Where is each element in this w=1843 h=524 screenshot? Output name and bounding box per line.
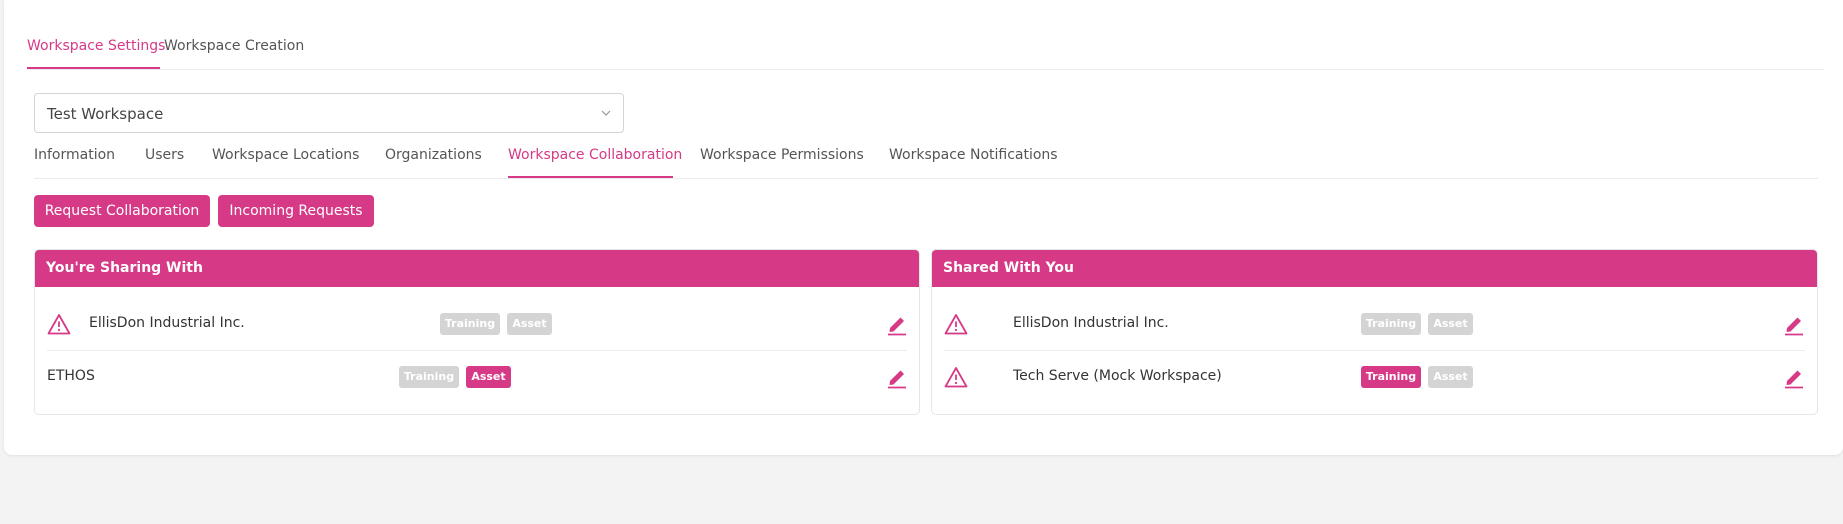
tab-users[interactable]: Users xyxy=(145,147,184,163)
warning-triangle-icon xyxy=(944,314,968,335)
sub-tab-bar: Information Users Workspace Locations Or… xyxy=(34,140,1818,179)
shared-with-you-panel: Shared With You EllisDon Industrial Inc.… xyxy=(931,249,1818,415)
settings-card: Workspace Settings Workspace Creation Te… xyxy=(4,0,1843,455)
top-tab-bar: Workspace Settings Workspace Creation xyxy=(27,0,1824,70)
workspace-select-value: Test Workspace xyxy=(47,105,164,123)
incoming-requests-button[interactable]: Incoming Requests xyxy=(218,195,374,227)
training-tag[interactable]: Training xyxy=(1361,313,1421,335)
pencil-icon[interactable] xyxy=(1783,365,1805,389)
asset-tag[interactable]: Asset xyxy=(1428,313,1473,335)
tab-workspace-notifications[interactable]: Workspace Notifications xyxy=(889,147,1058,163)
pencil-icon[interactable] xyxy=(886,365,908,389)
asset-tag[interactable]: Asset xyxy=(466,366,511,388)
sharing-with-panel: You're Sharing With EllisDon Industrial … xyxy=(34,249,920,415)
sharing-with-title: You're Sharing With xyxy=(35,250,919,287)
workspace-select[interactable]: Test Workspace xyxy=(34,93,624,133)
request-collaboration-button[interactable]: Request Collaboration xyxy=(34,195,210,227)
tab-workspace-settings[interactable]: Workspace Settings xyxy=(27,38,165,54)
training-tag[interactable]: Training xyxy=(440,313,500,335)
list-item: EllisDon Industrial Inc. Training Asset xyxy=(47,298,907,351)
shared-with-you-title: Shared With You xyxy=(932,250,1817,287)
warning-triangle-icon xyxy=(944,367,968,388)
pencil-icon[interactable] xyxy=(886,312,908,336)
training-tag[interactable]: Training xyxy=(1361,366,1421,388)
active-sub-tab-indicator xyxy=(508,176,673,178)
warning-triangle-icon xyxy=(47,314,71,335)
collaborator-name: EllisDon Industrial Inc. xyxy=(1013,315,1169,331)
list-item: ETHOS Training Asset xyxy=(47,351,907,404)
active-tab-indicator xyxy=(27,67,160,69)
asset-tag[interactable]: Asset xyxy=(1428,366,1473,388)
list-item: Tech Serve (Mock Workspace) Training Ass… xyxy=(944,351,1805,404)
collaborator-name: EllisDon Industrial Inc. xyxy=(89,315,245,331)
training-tag[interactable]: Training xyxy=(399,366,459,388)
tab-organizations[interactable]: Organizations xyxy=(385,147,482,163)
tab-workspace-creation[interactable]: Workspace Creation xyxy=(164,38,304,54)
tab-workspace-locations[interactable]: Workspace Locations xyxy=(212,147,359,163)
asset-tag[interactable]: Asset xyxy=(507,313,552,335)
collaborator-name: ETHOS xyxy=(47,368,95,384)
tab-information[interactable]: Information xyxy=(34,147,115,163)
collaborator-name: Tech Serve (Mock Workspace) xyxy=(1013,368,1222,384)
list-item: EllisDon Industrial Inc. Training Asset xyxy=(944,298,1805,351)
pencil-icon[interactable] xyxy=(1783,312,1805,336)
tab-workspace-collaboration[interactable]: Workspace Collaboration xyxy=(508,147,682,163)
tab-workspace-permissions[interactable]: Workspace Permissions xyxy=(700,147,864,163)
chevron-down-icon xyxy=(601,110,611,116)
